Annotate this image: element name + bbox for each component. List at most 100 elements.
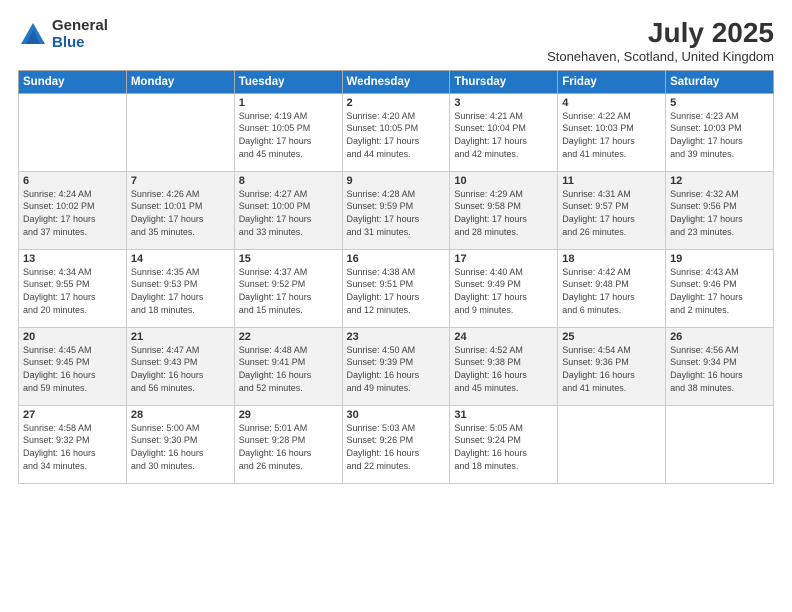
col-saturday: Saturday — [666, 70, 774, 93]
day-cell: 21Sunrise: 4:47 AM Sunset: 9:43 PM Dayli… — [126, 327, 234, 405]
col-thursday: Thursday — [450, 70, 558, 93]
day-info: Sunrise: 4:37 AM Sunset: 9:52 PM Dayligh… — [239, 266, 338, 316]
day-cell: 18Sunrise: 4:42 AM Sunset: 9:48 PM Dayli… — [558, 249, 666, 327]
day-number: 23 — [347, 331, 446, 343]
day-info: Sunrise: 4:52 AM Sunset: 9:38 PM Dayligh… — [454, 344, 553, 394]
day-cell: 20Sunrise: 4:45 AM Sunset: 9:45 PM Dayli… — [19, 327, 127, 405]
day-cell: 26Sunrise: 4:56 AM Sunset: 9:34 PM Dayli… — [666, 327, 774, 405]
day-info: Sunrise: 4:21 AM Sunset: 10:04 PM Daylig… — [454, 110, 553, 160]
day-cell: 17Sunrise: 4:40 AM Sunset: 9:49 PM Dayli… — [450, 249, 558, 327]
day-info: Sunrise: 4:38 AM Sunset: 9:51 PM Dayligh… — [347, 266, 446, 316]
day-number: 26 — [670, 331, 769, 343]
day-cell — [126, 93, 234, 171]
day-number: 29 — [239, 409, 338, 421]
day-number: 17 — [454, 253, 553, 265]
col-wednesday: Wednesday — [342, 70, 450, 93]
logo-general: General — [52, 18, 108, 35]
day-number: 8 — [239, 175, 338, 187]
day-number: 31 — [454, 409, 553, 421]
day-cell: 2Sunrise: 4:20 AM Sunset: 10:05 PM Dayli… — [342, 93, 450, 171]
day-cell: 5Sunrise: 4:23 AM Sunset: 10:03 PM Dayli… — [666, 93, 774, 171]
day-cell — [19, 93, 127, 171]
day-cell: 29Sunrise: 5:01 AM Sunset: 9:28 PM Dayli… — [234, 405, 342, 483]
day-number: 21 — [131, 331, 230, 343]
day-info: Sunrise: 5:01 AM Sunset: 9:28 PM Dayligh… — [239, 422, 338, 472]
day-number: 11 — [562, 175, 661, 187]
day-info: Sunrise: 4:58 AM Sunset: 9:32 PM Dayligh… — [23, 422, 122, 472]
day-info: Sunrise: 5:05 AM Sunset: 9:24 PM Dayligh… — [454, 422, 553, 472]
location: Stonehaven, Scotland, United Kingdom — [547, 49, 774, 64]
day-number: 4 — [562, 97, 661, 109]
day-cell: 11Sunrise: 4:31 AM Sunset: 9:57 PM Dayli… — [558, 171, 666, 249]
day-info: Sunrise: 4:19 AM Sunset: 10:05 PM Daylig… — [239, 110, 338, 160]
day-info: Sunrise: 4:35 AM Sunset: 9:53 PM Dayligh… — [131, 266, 230, 316]
col-monday: Monday — [126, 70, 234, 93]
day-info: Sunrise: 4:34 AM Sunset: 9:55 PM Dayligh… — [23, 266, 122, 316]
day-number: 19 — [670, 253, 769, 265]
day-info: Sunrise: 4:31 AM Sunset: 9:57 PM Dayligh… — [562, 188, 661, 238]
day-cell: 22Sunrise: 4:48 AM Sunset: 9:41 PM Dayli… — [234, 327, 342, 405]
day-cell — [558, 405, 666, 483]
day-info: Sunrise: 4:24 AM Sunset: 10:02 PM Daylig… — [23, 188, 122, 238]
day-number: 22 — [239, 331, 338, 343]
day-number: 3 — [454, 97, 553, 109]
day-info: Sunrise: 4:23 AM Sunset: 10:03 PM Daylig… — [670, 110, 769, 160]
week-row-5: 27Sunrise: 4:58 AM Sunset: 9:32 PM Dayli… — [19, 405, 774, 483]
calendar-table: Sunday Monday Tuesday Wednesday Thursday… — [18, 70, 774, 484]
day-cell: 13Sunrise: 4:34 AM Sunset: 9:55 PM Dayli… — [19, 249, 127, 327]
day-cell: 16Sunrise: 4:38 AM Sunset: 9:51 PM Dayli… — [342, 249, 450, 327]
day-info: Sunrise: 5:03 AM Sunset: 9:26 PM Dayligh… — [347, 422, 446, 472]
day-cell: 19Sunrise: 4:43 AM Sunset: 9:46 PM Dayli… — [666, 249, 774, 327]
day-cell — [666, 405, 774, 483]
day-number: 24 — [454, 331, 553, 343]
day-number: 28 — [131, 409, 230, 421]
logo: General Blue — [18, 18, 108, 51]
header: General Blue July 2025 Stonehaven, Scotl… — [18, 18, 774, 64]
day-number: 27 — [23, 409, 122, 421]
day-number: 25 — [562, 331, 661, 343]
day-cell: 7Sunrise: 4:26 AM Sunset: 10:01 PM Dayli… — [126, 171, 234, 249]
day-number: 1 — [239, 97, 338, 109]
header-row: Sunday Monday Tuesday Wednesday Thursday… — [19, 70, 774, 93]
day-number: 20 — [23, 331, 122, 343]
day-info: Sunrise: 4:43 AM Sunset: 9:46 PM Dayligh… — [670, 266, 769, 316]
day-info: Sunrise: 4:29 AM Sunset: 9:58 PM Dayligh… — [454, 188, 553, 238]
day-number: 13 — [23, 253, 122, 265]
day-info: Sunrise: 4:27 AM Sunset: 10:00 PM Daylig… — [239, 188, 338, 238]
day-info: Sunrise: 4:50 AM Sunset: 9:39 PM Dayligh… — [347, 344, 446, 394]
day-cell: 25Sunrise: 4:54 AM Sunset: 9:36 PM Dayli… — [558, 327, 666, 405]
col-friday: Friday — [558, 70, 666, 93]
day-info: Sunrise: 4:45 AM Sunset: 9:45 PM Dayligh… — [23, 344, 122, 394]
day-cell: 1Sunrise: 4:19 AM Sunset: 10:05 PM Dayli… — [234, 93, 342, 171]
logo-blue: Blue — [52, 35, 108, 52]
day-info: Sunrise: 4:48 AM Sunset: 9:41 PM Dayligh… — [239, 344, 338, 394]
day-cell: 6Sunrise: 4:24 AM Sunset: 10:02 PM Dayli… — [19, 171, 127, 249]
day-info: Sunrise: 4:26 AM Sunset: 10:01 PM Daylig… — [131, 188, 230, 238]
day-cell: 3Sunrise: 4:21 AM Sunset: 10:04 PM Dayli… — [450, 93, 558, 171]
month-title: July 2025 — [547, 18, 774, 49]
day-number: 14 — [131, 253, 230, 265]
page: General Blue July 2025 Stonehaven, Scotl… — [0, 0, 792, 612]
day-cell: 9Sunrise: 4:28 AM Sunset: 9:59 PM Daylig… — [342, 171, 450, 249]
day-info: Sunrise: 4:40 AM Sunset: 9:49 PM Dayligh… — [454, 266, 553, 316]
col-sunday: Sunday — [19, 70, 127, 93]
day-number: 7 — [131, 175, 230, 187]
day-cell: 12Sunrise: 4:32 AM Sunset: 9:56 PM Dayli… — [666, 171, 774, 249]
day-number: 15 — [239, 253, 338, 265]
day-cell: 27Sunrise: 4:58 AM Sunset: 9:32 PM Dayli… — [19, 405, 127, 483]
day-number: 16 — [347, 253, 446, 265]
day-info: Sunrise: 4:56 AM Sunset: 9:34 PM Dayligh… — [670, 344, 769, 394]
col-tuesday: Tuesday — [234, 70, 342, 93]
day-cell: 23Sunrise: 4:50 AM Sunset: 9:39 PM Dayli… — [342, 327, 450, 405]
day-info: Sunrise: 4:28 AM Sunset: 9:59 PM Dayligh… — [347, 188, 446, 238]
week-row-1: 1Sunrise: 4:19 AM Sunset: 10:05 PM Dayli… — [19, 93, 774, 171]
day-number: 18 — [562, 253, 661, 265]
day-number: 6 — [23, 175, 122, 187]
week-row-4: 20Sunrise: 4:45 AM Sunset: 9:45 PM Dayli… — [19, 327, 774, 405]
day-number: 30 — [347, 409, 446, 421]
day-cell: 24Sunrise: 4:52 AM Sunset: 9:38 PM Dayli… — [450, 327, 558, 405]
logo-icon — [18, 20, 48, 50]
day-cell: 28Sunrise: 5:00 AM Sunset: 9:30 PM Dayli… — [126, 405, 234, 483]
week-row-3: 13Sunrise: 4:34 AM Sunset: 9:55 PM Dayli… — [19, 249, 774, 327]
day-cell: 8Sunrise: 4:27 AM Sunset: 10:00 PM Dayli… — [234, 171, 342, 249]
